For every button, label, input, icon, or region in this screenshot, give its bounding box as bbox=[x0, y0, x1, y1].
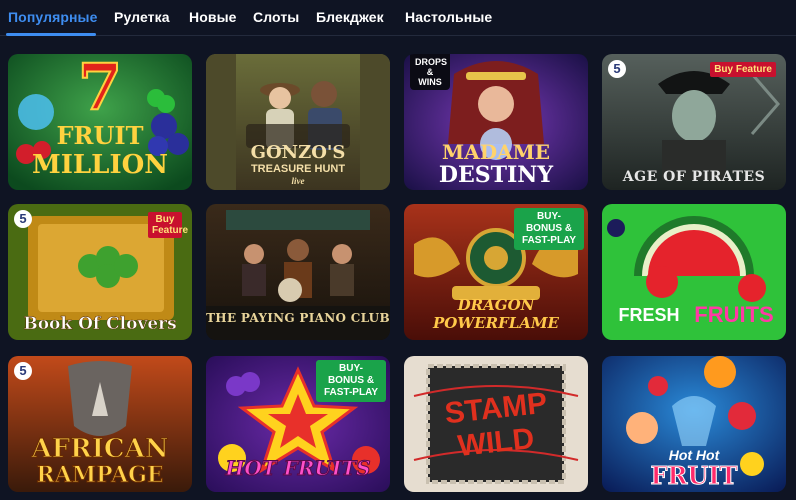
game-tile-hot-hot-fruit[interactable]: Hot Hot FRUIT bbox=[602, 356, 786, 492]
game-title-line2: TREASURE HUNT bbox=[250, 163, 346, 175]
tab-blackjack[interactable]: Блекджек bbox=[316, 9, 384, 25]
game-title-line2: MILLION bbox=[31, 150, 169, 180]
tab-slots[interactable]: Слоты bbox=[253, 9, 299, 25]
category-tabs: Популярные Рулетка Новые Слоты Блекджек … bbox=[0, 0, 796, 36]
game-title-line1: HOT FRUITS bbox=[225, 456, 371, 480]
buy-bonus-fast-play-badge: BUY-BONUS & FAST-PLAY bbox=[514, 208, 584, 250]
game-title-line1: Hot Hot bbox=[668, 447, 720, 463]
tab-roulette[interactable]: Рулетка bbox=[114, 9, 170, 25]
game-tile-hot-fruits[interactable]: BUY-BONUS & FAST-PLAY HOT FRUITS bbox=[206, 356, 390, 492]
game-tile-dragon-powerflame[interactable]: BUY-BONUS & FAST-PLAY DRAGON POWERFLAME bbox=[404, 204, 588, 340]
game-title-line2: DESTINY bbox=[438, 162, 554, 188]
game-title-line1: FRUIT bbox=[56, 121, 144, 150]
tab-new[interactable]: Новые bbox=[189, 9, 237, 25]
game-title-line1: Book Of Clovers bbox=[23, 314, 177, 334]
game-tile-stamp-wild[interactable]: STAMP WILD bbox=[404, 356, 588, 492]
buy-feature-badge: Buy Feature bbox=[148, 212, 188, 238]
game-tile-african-rampage[interactable]: 5 AFRICAN RAMPAGE bbox=[8, 356, 192, 492]
game-tile-fruit-million[interactable]: 7 FRUIT MILLION bbox=[8, 54, 192, 190]
tab-table-games[interactable]: Настольные bbox=[405, 9, 492, 25]
game-title-line1: AGE OF PIRATES bbox=[622, 169, 766, 185]
game-title-line1: GONZO'S bbox=[250, 142, 346, 163]
tab-popular[interactable]: Популярные bbox=[8, 9, 97, 25]
game-tile-gonzos-treasure-hunt[interactable]: GONZO'S TREASURE HUNT live bbox=[206, 54, 390, 190]
game-title-line1: THE PAYING PIANO CLUB bbox=[206, 311, 390, 325]
buy-bonus-fast-play-badge: BUY-BONUS & FAST-PLAY bbox=[316, 360, 386, 402]
game-subtitle: live bbox=[291, 176, 305, 186]
game-tile-age-of-pirates[interactable]: 5 Buy Feature AGE OF PIRATES bbox=[602, 54, 786, 190]
game-tile-paying-piano-club[interactable]: THE PAYING PIANO CLUB bbox=[206, 204, 390, 340]
provider-badge: 5 bbox=[608, 60, 626, 78]
game-tile-book-of-clovers[interactable]: 5 Buy Feature Book Of Clovers bbox=[8, 204, 192, 340]
game-title-line1: MADAME bbox=[442, 140, 550, 164]
game-title-line2: FRUIT bbox=[650, 461, 738, 490]
drops-and-wins-badge: DROPS & WINS bbox=[410, 54, 450, 90]
provider-badge: 5 bbox=[14, 362, 32, 380]
game-tile-madame-destiny[interactable]: DROPS & WINS MADAME DESTINY bbox=[404, 54, 588, 190]
game-title-line2: POWERFLAME bbox=[433, 314, 559, 332]
buy-feature-badge: Buy Feature bbox=[710, 62, 776, 77]
game-title-line2: FRUITS bbox=[694, 302, 774, 327]
game-title-line2: RAMPAGE bbox=[36, 462, 164, 488]
game-title-line1: AFRICAN bbox=[31, 434, 169, 464]
seven-logo-icon: 7 bbox=[77, 54, 124, 125]
game-tile-fresh-fruits[interactable]: FRESH FRUITS bbox=[602, 204, 786, 340]
active-tab-indicator bbox=[6, 33, 96, 36]
game-title-line1: DRAGON bbox=[457, 296, 535, 314]
provider-badge: 5 bbox=[14, 210, 32, 228]
